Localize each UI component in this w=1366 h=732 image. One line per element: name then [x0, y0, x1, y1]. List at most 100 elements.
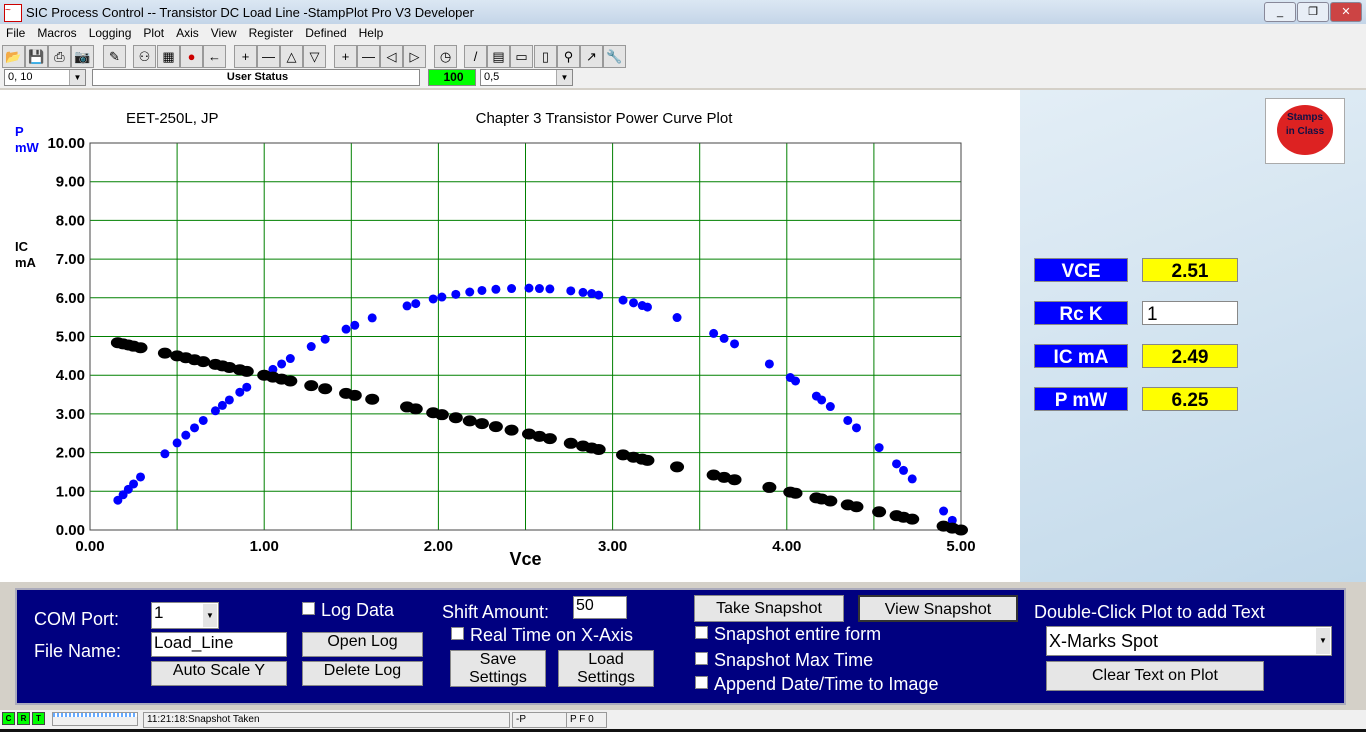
p-data-point [817, 395, 827, 405]
ic-data-point [727, 474, 742, 486]
note-icon[interactable]: ▭ [510, 45, 533, 68]
maximize-button[interactable]: ❐ [1297, 2, 1329, 22]
take-snapshot-button[interactable]: Take Snapshot [694, 595, 844, 622]
chevron-down-icon[interactable]: ▼ [203, 604, 217, 627]
menu-help[interactable]: Help [359, 26, 384, 40]
plus-icon[interactable]: + [234, 45, 257, 68]
ic-data-point [196, 356, 211, 368]
up-icon[interactable]: △ [280, 45, 303, 68]
file-name-input[interactable]: Load_Line [151, 632, 287, 657]
menu-plot[interactable]: Plot [143, 26, 164, 40]
save-settings-button[interactable]: Save Settings [450, 650, 546, 687]
camera-icon[interactable]: 📷 [71, 45, 94, 68]
p-data-point [907, 474, 917, 484]
open-log-button[interactable]: Open Log [302, 632, 423, 657]
film-icon[interactable]: ▯ [534, 45, 557, 68]
p-data-point [709, 328, 719, 338]
ic-data-point [347, 389, 362, 401]
snapshot-max-checkbox[interactable]: Snapshot Max Time [695, 650, 873, 671]
pick-icon[interactable]: ↗ [580, 45, 603, 68]
menu-logging[interactable]: Logging [89, 26, 132, 40]
p-data-point [172, 438, 182, 448]
log-data-checkbox[interactable]: Log Data [302, 600, 394, 621]
menu-view[interactable]: View [211, 26, 237, 40]
down-icon[interactable]: ▽ [303, 45, 326, 68]
chevron-down-icon[interactable]: ▼ [556, 70, 572, 85]
save-icon[interactable]: 💾 [25, 45, 48, 68]
file-name-label: File Name: [34, 641, 122, 661]
p-data-point [642, 302, 652, 312]
chevron-down-icon[interactable]: ▼ [1316, 628, 1330, 654]
menu-axis[interactable]: Axis [176, 26, 199, 40]
p-data-point [843, 415, 853, 425]
x-tick-label: 5.00 [946, 538, 975, 555]
print-icon[interactable]: ⎙ [48, 45, 71, 68]
minus-icon[interactable]: — [257, 45, 280, 68]
x-axis-label: Vce [509, 549, 541, 569]
append-date-checkbox[interactable]: Append Date/Time to Image [695, 674, 938, 695]
plus-icon[interactable]: + [334, 45, 357, 68]
minus-icon[interactable]: — [357, 45, 380, 68]
p-data-point [411, 299, 421, 309]
scope-icon[interactable]: ▦ [157, 45, 180, 68]
ic-data-point [462, 415, 477, 427]
menu-defined[interactable]: Defined [305, 26, 346, 40]
open-folder-icon[interactable]: 📂 [2, 45, 25, 68]
ic-data-point [670, 461, 685, 473]
log-data-label: Log Data [321, 600, 395, 620]
view-snapshot-button[interactable]: View Snapshot [858, 595, 1018, 622]
title-bar: ~ SIC Process Control -- Transistor DC L… [0, 0, 1366, 24]
chevron-down-icon[interactable]: ▼ [69, 70, 85, 85]
wand-icon[interactable]: ✎ [103, 45, 126, 68]
p-data-point [892, 459, 902, 469]
checkbox-icon[interactable] [302, 602, 315, 615]
checkbox-icon[interactable] [695, 652, 708, 665]
shift-amount-input[interactable]: 50 [573, 596, 627, 619]
menu-register[interactable]: Register [249, 26, 294, 40]
image-icon[interactable]: ▤ [487, 45, 510, 68]
com-port-select[interactable]: 1 ▼ [151, 602, 219, 629]
delete-log-button[interactable]: Delete Log [302, 661, 423, 686]
checkbox-icon[interactable] [451, 627, 464, 640]
stop-icon[interactable]: ● [180, 45, 203, 68]
menu-macros[interactable]: Macros [37, 26, 76, 40]
p-data-point [341, 324, 351, 334]
load-settings-button[interactable]: Load Settings [558, 650, 654, 687]
clock-icon[interactable]: ◷ [434, 45, 457, 68]
p-data-point [320, 334, 330, 344]
stamps-in-class-logo: Stamps in Class [1265, 98, 1345, 164]
right-icon[interactable]: ▷ [403, 45, 426, 68]
readout-value: 2.49 [1142, 344, 1238, 368]
p-data-point [719, 333, 729, 343]
close-button[interactable]: ✕ [1330, 2, 1362, 22]
menu-file[interactable]: File [6, 26, 25, 40]
y-range-select[interactable]: 0, 10 ▼ [4, 69, 86, 86]
rc-input[interactable]: 1 [1142, 301, 1238, 325]
checkbox-icon[interactable] [695, 676, 708, 689]
clear-text-button[interactable]: Clear Text on Plot [1046, 661, 1264, 691]
wrench-icon[interactable]: 🔧 [603, 45, 626, 68]
left-icon[interactable]: ◁ [380, 45, 403, 68]
pen-icon[interactable]: / [464, 45, 487, 68]
checkbox-icon[interactable] [695, 626, 708, 639]
real-time-checkbox[interactable]: Real Time on X-Axis [451, 625, 633, 646]
power-curve-chart[interactable]: 0.00 1.00 2.00 3.00 4.00 5.00 6.00 7.00 8.00 9.00… [0, 90, 1020, 582]
ic-data-point [474, 418, 489, 430]
probe-icon[interactable]: ⚲ [557, 45, 580, 68]
p-data-point [791, 376, 801, 386]
p-data-point [367, 313, 377, 323]
snapshot-form-checkbox[interactable]: Snapshot entire form [695, 624, 881, 645]
x-range-select[interactable]: 0,5 ▼ [480, 69, 573, 86]
minimize-button[interactable]: _ [1264, 2, 1296, 22]
back-arrow-icon[interactable]: ← [203, 45, 226, 68]
plot-text-select[interactable]: X-Marks Spot ▼ [1046, 626, 1332, 656]
auto-scale-y-button[interactable]: Auto Scale Y [151, 661, 287, 686]
led-c: C [2, 712, 15, 725]
y-tick-label: 6.00 [56, 290, 85, 307]
plot-area[interactable]: 0.00 1.00 2.00 3.00 4.00 5.00 6.00 7.00 8.00 9.00… [0, 90, 1020, 582]
connect-icon[interactable]: ⚇ [133, 45, 156, 68]
ic-data-point [872, 506, 887, 518]
ic-data-point [434, 409, 449, 421]
ic-data-point [239, 365, 254, 377]
status-bar: C R T 11:21:18:Snapshot Taken -P P F 0 [0, 710, 1366, 729]
